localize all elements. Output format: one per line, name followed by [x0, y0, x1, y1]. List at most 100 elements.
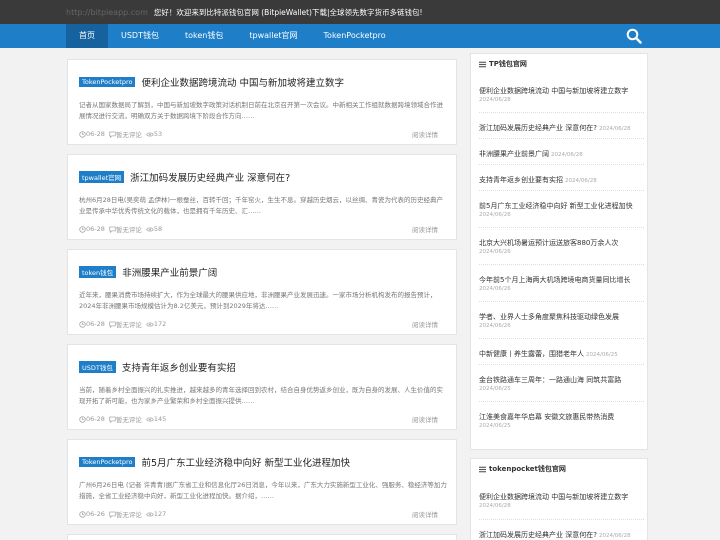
nav-item-tokenpocketpro[interactable]: TokenPocketpro: [311, 24, 399, 48]
article-date: 2024/06/28: [598, 126, 631, 132]
post-views: 145: [153, 415, 167, 423]
sidebar-article-link[interactable]: 前5月广东工业经济稳中向好 新型工业化进程加快 2024/06/26: [479, 201, 644, 220]
nav-item-token-wallet[interactable]: token钱包: [172, 24, 236, 48]
category-badge[interactable]: USDT钱包: [79, 361, 116, 373]
sidebar-article-link[interactable]: 学者、业界人士多角度聚焦科技驱动绿色发展 2024/06/26: [479, 312, 644, 331]
widget-title: TP钱包官网: [479, 59, 527, 69]
sidebar-article-link[interactable]: 浙江加码发展历史经典产业 深意何在? 2024/06/28: [479, 530, 644, 540]
category-badge[interactable]: token钱包: [79, 266, 117, 278]
post-views: 127: [153, 510, 167, 518]
post-date: 06-28: [86, 130, 105, 138]
post-title[interactable]: 非洲腰果产业前景广阔: [122, 265, 217, 279]
post-comments[interactable]: 暂无评论: [116, 414, 142, 424]
welcome-text: 您好！欢迎来到比特派钱包官网 (BitpieWallet)下载|全球领先数字货币…: [153, 7, 423, 17]
post-card: token钱包 非洲腰果产业前景广阔 近年来，腰果消费市场持续扩大，作为全球最大的…: [67, 249, 457, 335]
post-comments[interactable]: 暂无评论: [116, 509, 142, 519]
read-more-link[interactable]: 阅读详情: [412, 224, 438, 234]
post-meta: 06-28 暂无评论 58: [79, 224, 166, 234]
nav-bar: 首页 USDT钱包 token钱包 tpwallet官网 TokenPocket…: [0, 24, 720, 48]
read-more-link[interactable]: 阅读详情: [412, 414, 438, 424]
search-icon: [626, 28, 642, 44]
clock-icon: [79, 510, 86, 518]
post-card: [67, 534, 457, 540]
sidebar-article-link[interactable]: 江淮美食嘉年华启幕 安徽文旅惠民带热消费 2024/06/25: [479, 412, 644, 431]
divider: [479, 227, 644, 228]
article-date: 2024/06/28: [479, 97, 511, 103]
article-date: 2024/06/25: [586, 352, 618, 358]
post-title[interactable]: 前5月广东工业经济稳中向好 新型工业化进程加快: [141, 455, 350, 469]
sidebar-article-link[interactable]: 中新健康丨养生露蕾，围猎老年人 2024/06/25: [479, 349, 644, 360]
sidebar-article-link[interactable]: 非洲腰果产业前景广阔 2024/06/28: [479, 149, 644, 160]
comment-icon: [109, 511, 116, 518]
category-badge[interactable]: TokenPocketpro: [79, 77, 136, 87]
sidebar-article-link[interactable]: 北京大兴机场暑运预计运送旅客880万余人次 2024/06/26: [479, 238, 644, 257]
post-meta: 06-28 暂无评论 172: [79, 319, 170, 329]
post-meta: 06-26 暂无评论 127: [79, 509, 170, 519]
post-meta: 06-28 暂无评论 53: [79, 129, 166, 139]
clock-icon: [79, 320, 86, 328]
divider: [479, 301, 644, 302]
comment-icon: [109, 131, 116, 138]
article-date: 2024/06/26: [479, 212, 511, 218]
comment-icon: [109, 226, 116, 233]
comment-icon: [109, 416, 116, 423]
nav-item-tpwallet[interactable]: tpwallet官网: [236, 24, 310, 48]
eye-icon: [146, 227, 154, 231]
post-comments[interactable]: 暂无评论: [116, 224, 142, 234]
article-date: 2024/06/28: [479, 503, 511, 509]
read-more-link[interactable]: 阅读详情: [412, 509, 438, 519]
clock-icon: [79, 415, 86, 423]
site-url[interactable]: http://bitpieapp.com: [66, 8, 148, 17]
search-button[interactable]: [612, 24, 656, 48]
post-card: tpwallet官网 浙江加码发展历史经典产业 深意何在? 杭州6月28日电(吴奕…: [67, 154, 457, 240]
post-excerpt: 记者从国家数据局了解到，中国与新加坡数字政策对话机制日前在北京召开第一次会议。中…: [79, 101, 443, 120]
sidebar-article-link[interactable]: 金台铁路通车三周年：一路通山海 同筑共富路 2024/06/25: [479, 375, 644, 394]
sidebar-article-link[interactable]: 便利企业数据跨境流动 中国与新加坡将建立数字 2024/06/28: [479, 86, 644, 105]
article-date: 2024/06/28: [565, 178, 597, 184]
sidebar-article-link[interactable]: 支持青年返乡创业要有实招 2024/06/28: [479, 175, 644, 186]
eye-icon: [146, 512, 154, 516]
divider: [479, 264, 644, 265]
clock-icon: [79, 225, 86, 233]
divider: [479, 338, 644, 339]
post-title[interactable]: 便利企业数据跨境流动 中国与新加坡将建立数字: [141, 75, 344, 89]
post-title[interactable]: 支持青年返乡创业要有实招: [122, 360, 236, 374]
read-more-link[interactable]: 阅读详情: [412, 319, 438, 329]
article-date: 2024/06/26: [479, 286, 511, 292]
nav-item-home[interactable]: 首页: [66, 24, 108, 48]
post-date: 06-28: [86, 320, 105, 328]
article-date: 2024/06/25: [479, 386, 511, 392]
eye-icon: [146, 322, 154, 326]
sidebar-article-link[interactable]: 今年前5个月上海两大机场跨境电商货量同比增长 2024/06/26: [479, 275, 644, 294]
top-bar: http://bitpieapp.com 您好！欢迎来到比特派钱包官网 (Bit…: [0, 0, 720, 24]
clock-icon: [79, 130, 86, 138]
list-icon: [479, 466, 486, 472]
article-date: 2024/06/28: [551, 152, 583, 158]
post-views: 58: [153, 225, 163, 233]
post-excerpt: 近年来，腰果消费市场持续扩大，作为全球最大的腰果供应地，非洲腰果产业发展迅速。一…: [79, 291, 437, 310]
post-views: 53: [153, 130, 163, 138]
post-date: 06-28: [86, 415, 105, 423]
sidebar-article-link[interactable]: 便利企业数据跨境流动 中国与新加坡将建立数字 2024/06/28: [479, 492, 644, 511]
sidebar-article-link[interactable]: 浙江加码发展历史经典产业 深意何在? 2024/06/28: [479, 123, 644, 134]
read-more-link[interactable]: 阅读详情: [412, 129, 438, 139]
main-nav: 首页 USDT钱包 token钱包 tpwallet官网 TokenPocket…: [66, 24, 399, 48]
category-badge[interactable]: tpwallet官网: [79, 171, 125, 183]
post-comments[interactable]: 暂无评论: [116, 129, 142, 139]
nav-item-usdt-wallet[interactable]: USDT钱包: [108, 24, 172, 48]
post-comments[interactable]: 暂无评论: [116, 319, 142, 329]
category-badge[interactable]: TokenPocketpro: [79, 457, 136, 467]
article-date: 2024/06/28: [598, 533, 631, 539]
post-card: TokenPocketpro 便利企业数据跨境流动 中国与新加坡将建立数字 记者从…: [67, 59, 457, 145]
article-date: 2024/06/26: [479, 249, 511, 255]
post-title[interactable]: 浙江加码发展历史经典产业 深意何在?: [130, 170, 290, 184]
post-card: USDT钱包 支持青年返乡创业要有实招 当前，随着乡村全面振兴的扎实推进，越来越多…: [67, 344, 457, 430]
divider: [479, 190, 644, 191]
post-meta: 06-28 暂无评论 145: [79, 414, 170, 424]
comment-icon: [109, 321, 116, 328]
post-date: 06-28: [86, 225, 105, 233]
post-excerpt: 当前，随着乡村全面振兴的扎实推进，越来越多的青年选择回到农村，结合自身优势返乡创…: [79, 386, 443, 405]
sidebar-widget-tp-wallet: TP钱包官网 便利企业数据跨境流动 中国与新加坡将建立数字 2024/06/28 …: [470, 53, 648, 450]
eye-icon: [146, 417, 154, 421]
divider: [479, 401, 644, 402]
